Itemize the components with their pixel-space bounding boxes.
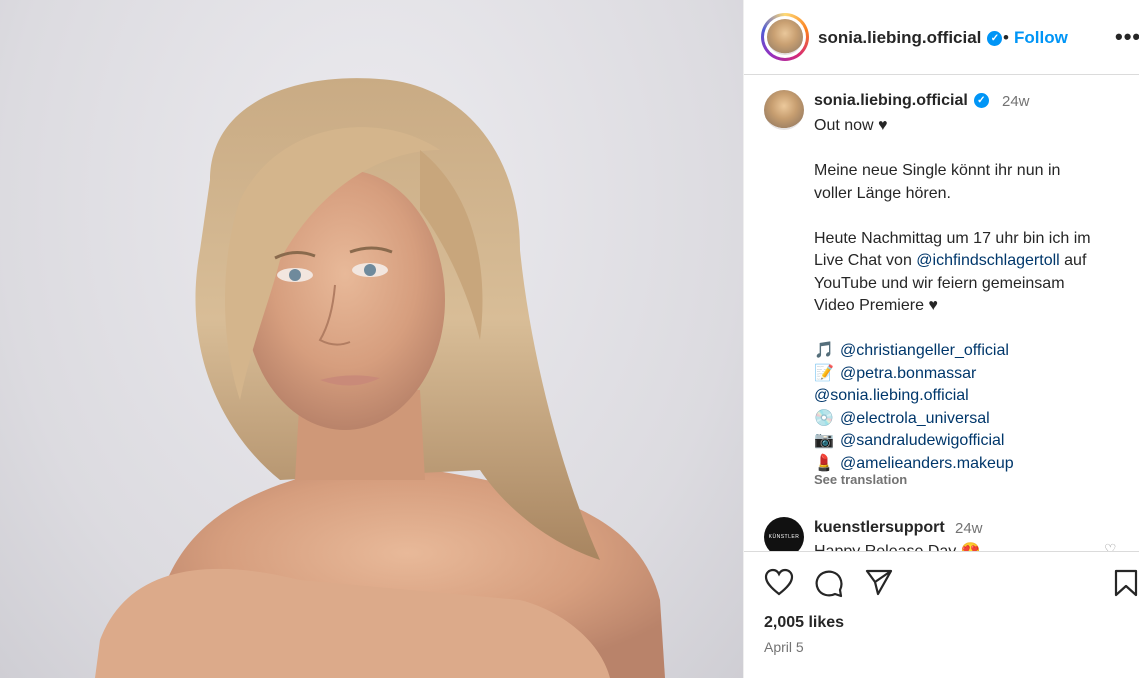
- likes-count[interactable]: 2,005 likes: [764, 614, 844, 632]
- disc-icon: 💿: [814, 409, 834, 427]
- caption-line: voller Länge hören.: [814, 184, 951, 202]
- follow-button[interactable]: Follow: [1014, 28, 1068, 48]
- comment-username[interactable]: kuenstlersupport: [814, 519, 945, 537]
- mention-link[interactable]: @amelieanders.makeup: [840, 455, 1014, 472]
- mention-link[interactable]: @electrola_universal: [840, 410, 990, 427]
- credit-line: 🎵 @christiangeller_official: [814, 340, 1124, 363]
- see-translation-link[interactable]: See translation: [814, 472, 907, 487]
- caption-line: Video Premiere ♥: [814, 297, 938, 314]
- verified-badge-icon: ✓: [973, 93, 989, 109]
- music-note-icon: 🎵: [814, 342, 834, 359]
- mention-link[interactable]: @sonia.liebing.official: [814, 387, 969, 404]
- caption-line: Out now ♥: [814, 117, 888, 134]
- credit-line: 📷 @sandraludewigofficial: [814, 430, 1124, 453]
- memo-icon: 📝: [814, 364, 834, 382]
- like-heart-icon[interactable]: [764, 568, 794, 601]
- comment-timestamp[interactable]: 24w: [955, 520, 983, 537]
- mention-link[interactable]: @ichfindschlagertoll: [916, 252, 1059, 269]
- post-date[interactable]: April 5: [764, 639, 804, 655]
- story-ring-avatar[interactable]: [761, 13, 809, 61]
- mention-link[interactable]: @petra.bonmassar: [840, 365, 976, 382]
- more-options-icon[interactable]: •••: [1115, 24, 1139, 50]
- verified-badge-icon: ✓: [987, 31, 1003, 47]
- caption-line: Heute Nachmittag um 17 uhr bin ich im: [814, 229, 1091, 247]
- credit-line: @sonia.liebing.official: [814, 385, 1124, 408]
- caption-line: Meine neue Single könnt ihr nun in: [814, 162, 1061, 179]
- save-bookmark-icon[interactable]: [1113, 568, 1139, 603]
- mention-link[interactable]: @christiangeller_official: [840, 342, 1009, 359]
- header-username[interactable]: sonia.liebing.official ✓: [818, 28, 1003, 48]
- credit-line: 💿 @electrola_universal: [814, 408, 1124, 431]
- caption-timestamp[interactable]: 24w: [1002, 93, 1030, 110]
- portrait-illustration: [95, 78, 665, 678]
- comments-section[interactable]: sonia.liebing.official ✓ 24w Out now ♥ Me…: [744, 76, 1139, 551]
- mention-link[interactable]: @sandraludewigofficial: [840, 432, 1004, 449]
- avatar: [767, 19, 803, 55]
- action-bar: 2,005 likes April 5: [744, 551, 1139, 678]
- comment-bubble-icon[interactable]: [814, 568, 844, 603]
- post-header: sonia.liebing.official ✓ • Follow •••: [744, 0, 1139, 75]
- caption-text: Out now ♥ Meine neue Single könnt ihr nu…: [814, 115, 1124, 475]
- separator-dot: •: [1003, 28, 1009, 47]
- post-details-panel: sonia.liebing.official ✓ • Follow ••• son…: [743, 0, 1139, 678]
- camera-icon: 📷: [814, 432, 834, 449]
- caption-line: YouTube und wir feiern gemeinsam: [814, 274, 1065, 292]
- post-image[interactable]: [0, 0, 743, 678]
- caption-avatar[interactable]: [764, 90, 804, 130]
- caption-username[interactable]: sonia.liebing.official ✓: [814, 92, 989, 110]
- credit-line: 📝 @petra.bonmassar: [814, 363, 1124, 386]
- share-send-icon[interactable]: [864, 568, 894, 601]
- comment-avatar[interactable]: KÜNSTLER SUPPORT: [764, 517, 804, 551]
- comment-text: Happy Release Day 😍: [814, 541, 981, 551]
- comment-like-heart-icon[interactable]: ♡: [1104, 541, 1117, 551]
- caption-line: Live Chat von @ichfindschlagertoll auf: [814, 252, 1087, 269]
